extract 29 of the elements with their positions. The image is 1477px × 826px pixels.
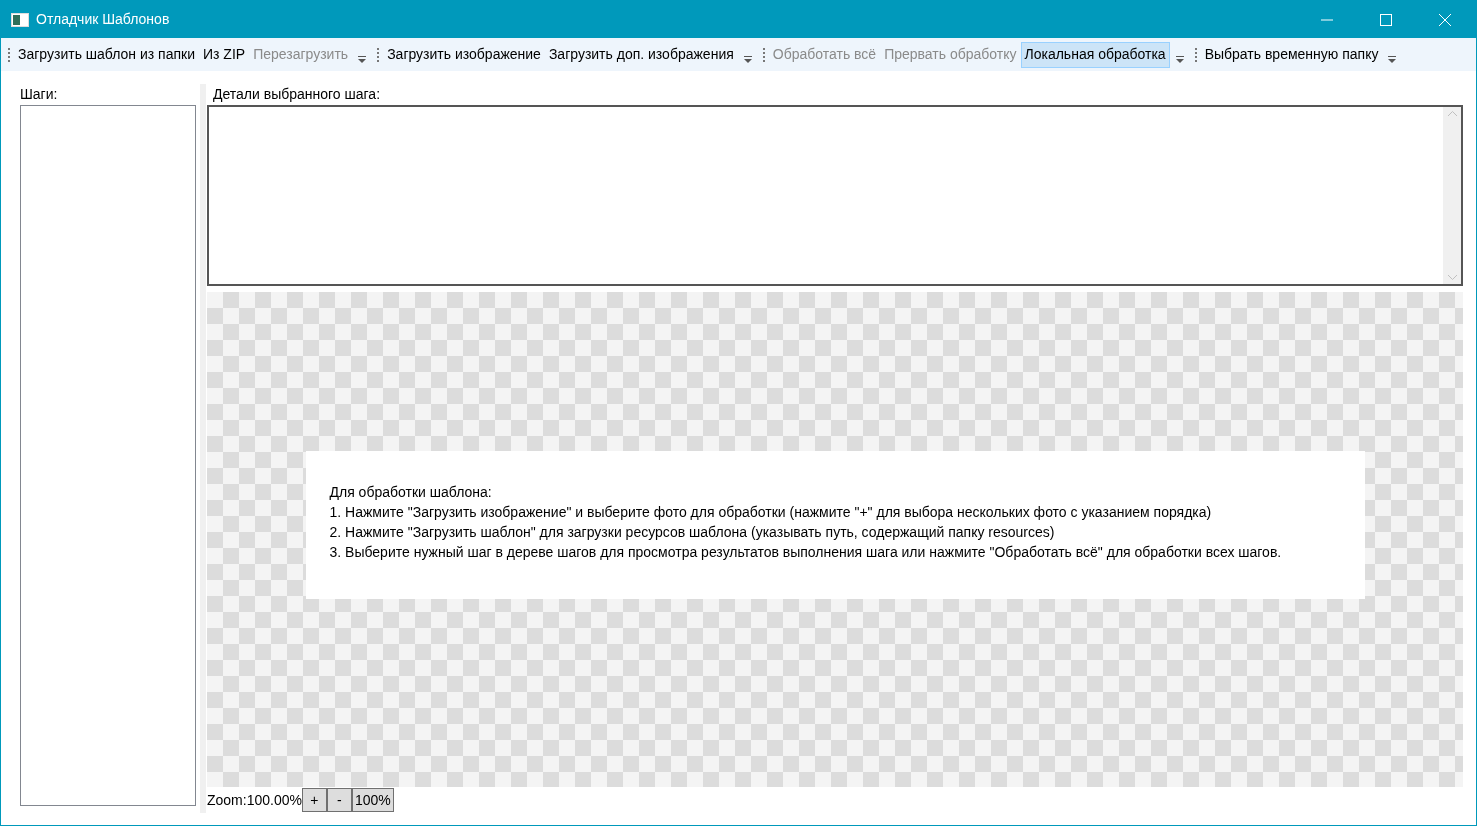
toolbar-button[interactable]: Загрузить шаблон из папки xyxy=(14,41,199,68)
zoom-button[interactable]: + xyxy=(301,788,327,812)
zoom-label: Zoom:100.00% xyxy=(207,790,302,810)
instruction-line: 3. Выберите нужный шаг в дереве шагов для просмотра результатов выполнения шага или нажмите "Обработать всё" для обработки всех шагов. xyxy=(329,542,1283,562)
details-label: Детали выбранного шага: xyxy=(213,85,382,104)
toolbar-grip-icon[interactable] xyxy=(761,46,765,63)
toolbar-grip-icon[interactable] xyxy=(1193,46,1197,63)
details-text-area[interactable] xyxy=(207,105,1463,286)
instruction-line: 2. Нажмите "Загрузить шаблон" для загрузки ресурсов шаблона (указывать путь, содержащий папку resources) xyxy=(329,522,1056,542)
overflow-icon[interactable] xyxy=(358,56,367,63)
close-icon[interactable] xyxy=(1439,13,1451,26)
instruction-line: Для обработки шаблона: xyxy=(329,482,493,502)
toolbar-button[interactable]: Загрузить доп. изображения xyxy=(544,41,738,68)
toolbar-button[interactable]: Выбрать временную папку xyxy=(1200,41,1383,68)
steps-label: Шаги: xyxy=(20,85,59,104)
window-title: Отладчик Шаблонов xyxy=(36,10,170,29)
toolbar-button[interactable]: Локальная обработка xyxy=(1020,41,1170,68)
overflow-icon[interactable] xyxy=(1175,56,1184,63)
app-icon xyxy=(11,12,29,27)
toolbar-grip-icon[interactable] xyxy=(7,46,10,63)
overflow-icon[interactable] xyxy=(1388,56,1397,63)
zoom-button[interactable]: 100% xyxy=(351,788,394,812)
zoom-button[interactable]: - xyxy=(326,788,352,812)
toolbar-button[interactable]: Загрузить изображение xyxy=(383,41,545,68)
toolbar-button[interactable]: Из ZIP xyxy=(199,41,250,68)
toolbar-grip-icon[interactable] xyxy=(376,46,380,63)
overflow-icon[interactable] xyxy=(743,56,752,63)
maximize-icon[interactable] xyxy=(1380,13,1392,26)
instruction-line: 1. Нажмите "Загрузить изображение" и выберите фото для обработки (нажмите "+" для выбора нескольких фото с указанием порядка) xyxy=(329,502,1213,522)
